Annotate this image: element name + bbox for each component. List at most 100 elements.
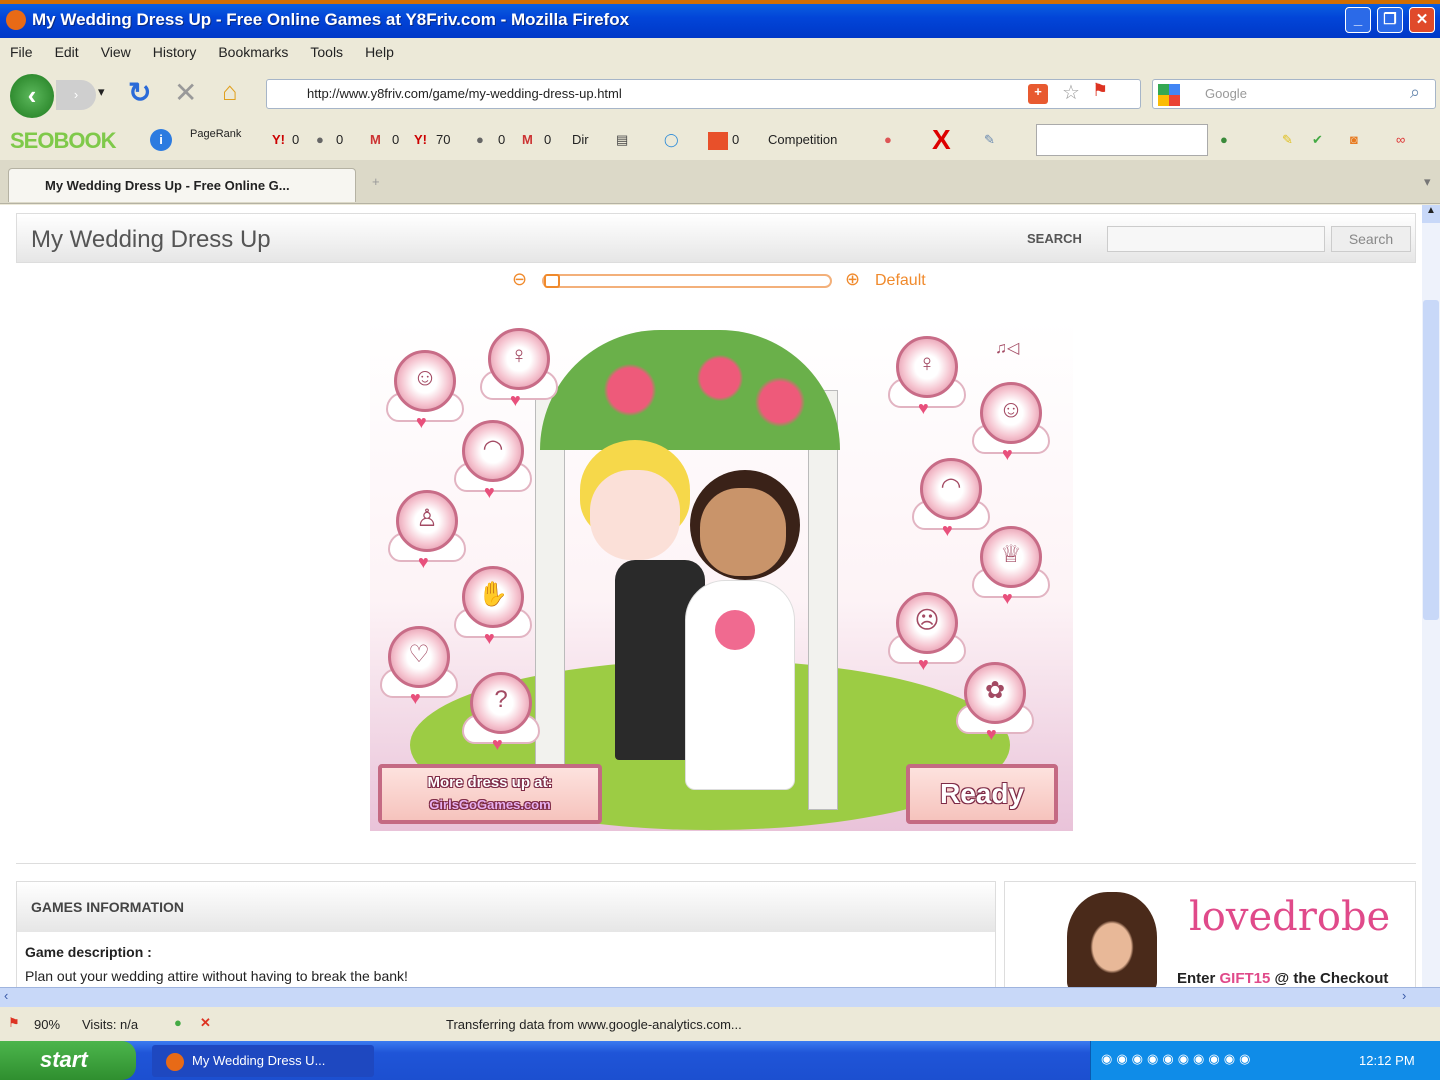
random-category-icon[interactable]: ? ♥ (462, 672, 540, 762)
planet-icon[interactable]: ● (884, 132, 892, 147)
zoom-default-link[interactable]: Default (875, 272, 926, 290)
flag-icon[interactable]: ⚑ (1092, 80, 1108, 101)
scroll-up-button[interactable]: ▲ (1422, 205, 1440, 223)
check-icon[interactable]: ✔ (1312, 132, 1323, 148)
random-glyph-icon: ? (494, 686, 508, 713)
more-dress-up-label: More dress up at: (427, 774, 553, 791)
dress-glyph-icon: ♙ (416, 505, 438, 532)
zoom-in-icon[interactable]: ⊕ (845, 269, 860, 290)
shoes-category-icon[interactable]: ♡ ♥ (380, 626, 458, 716)
search-input[interactable]: Google (1152, 79, 1436, 109)
alexa-icon[interactable] (708, 132, 728, 150)
menu-history[interactable]: History (153, 44, 197, 60)
toolbar-search-input[interactable] (1036, 124, 1208, 156)
menu-bar: File Edit View History Bookmarks Tools Help (0, 38, 1440, 68)
zoom-out-icon[interactable]: ⊖ (512, 269, 527, 290)
divider (16, 863, 1416, 864)
maximize-button[interactable]: ❐ (1377, 7, 1403, 33)
search-icon[interactable]: ⌕ (1410, 82, 1420, 103)
horizontal-scrollbar[interactable]: ‹ › (0, 987, 1440, 1007)
link-icon[interactable]: ∞ (1396, 132, 1405, 147)
system-tray: ◉◉◉◉◉◉◉◉◉◉ 12:12 PM (1090, 1041, 1440, 1080)
tab-bar: My Wedding Dress Up - Free Online G... +… (0, 160, 1440, 204)
ready-button[interactable]: Ready (906, 764, 1058, 824)
refresh-icon[interactable]: ● (1220, 132, 1228, 147)
tab-active[interactable]: My Wedding Dress Up - Free Online G... (8, 168, 356, 202)
ad-model-photo (1067, 892, 1157, 987)
google-icon[interactable] (1158, 84, 1180, 106)
yahoo2-icon[interactable]: Y! (414, 132, 427, 147)
status-error-icon[interactable]: ✕ (200, 1015, 211, 1031)
accessory-category-icon[interactable]: ☹ ♥ (888, 592, 966, 682)
back-button[interactable]: ‹ (10, 74, 54, 118)
x-icon[interactable]: X (932, 124, 951, 156)
competition-dropdown[interactable]: Competition (768, 132, 837, 147)
site-search-input[interactable] (1107, 226, 1325, 252)
status-addon-icon[interactable]: ● (174, 1015, 182, 1030)
forward-button[interactable]: › (56, 80, 96, 110)
jacket-glyph-icon: ♕ (1000, 541, 1022, 568)
menu-tools[interactable]: Tools (310, 44, 343, 60)
menu-help[interactable]: Help (365, 44, 394, 60)
menu-view[interactable]: View (101, 44, 131, 60)
reload-icon[interactable]: ↻ (128, 76, 151, 109)
page-title: My Wedding Dress Up (31, 226, 271, 253)
zoom-slider-handle[interactable] (544, 274, 560, 288)
page-icon[interactable]: ▤ (616, 132, 628, 148)
info-icon[interactable]: i (150, 129, 172, 151)
dir-dropdown[interactable]: Dir (572, 132, 589, 147)
rose-arch (540, 330, 840, 450)
gloves-category-icon[interactable]: ✋ ♥ (454, 566, 532, 656)
minimize-button[interactable]: _ (1345, 7, 1371, 33)
start-button[interactable]: start (0, 1041, 136, 1080)
search-label: SEARCH (1027, 231, 1082, 246)
hair-category-icon[interactable]: ♀ ♥ (480, 328, 558, 418)
face-category-icon[interactable]: ☺ ♥ (386, 350, 464, 440)
taskbar: start My Wedding Dress U... ◉◉◉◉◉◉◉◉◉◉ 1… (0, 1041, 1440, 1080)
close-button[interactable]: ✕ (1409, 7, 1435, 33)
msn2-icon[interactable]: M (522, 132, 533, 147)
notes-icon[interactable]: ✎ (984, 132, 995, 148)
lovedrobe-ad[interactable]: lovedrobe Enter GIFT15 @ the Checkout (1004, 881, 1416, 987)
taskbar-firefox-item[interactable]: My Wedding Dress U... (152, 1045, 374, 1077)
games-information-panel: GAMES INFORMATION Game description : Pla… (16, 881, 996, 987)
menu-edit[interactable]: Edit (55, 44, 79, 60)
pagerank-dropdown[interactable]: PageRank (190, 128, 241, 140)
history-dropdown[interactable]: ▾ (98, 84, 105, 100)
scroll-left-button[interactable]: ‹ (4, 988, 8, 1003)
groom-hair-category-icon[interactable]: ♀ ♥ (888, 336, 966, 426)
menu-bookmarks[interactable]: Bookmarks (218, 44, 288, 60)
status-message: Transferring data from www.google-analyt… (446, 1017, 742, 1032)
scroll-right-button[interactable]: › (1402, 988, 1406, 1003)
heart-icon: ♥ (418, 552, 429, 572)
globe2-icon[interactable]: ● (476, 132, 484, 147)
home-icon[interactable]: ⌂ (222, 76, 238, 107)
zoom-slider[interactable] (542, 274, 832, 288)
new-tab-button[interactable]: + (372, 174, 380, 189)
site-search-button[interactable]: Search (1331, 226, 1411, 252)
game-canvas[interactable]: ♫◁ ☺ ♥ ♀ ♥ ◠ ♥ ♙ ♥ ✋ ♥ ♡ ♥? ♥ ♀ ♥ ☺ ♥ ◠ ♥ ♕ ♥ ☹ ♥ ✿ ♥ More dress… (370, 320, 1073, 831)
msn-icon[interactable]: M (370, 132, 381, 147)
addon-icon[interactable]: + (1028, 84, 1048, 104)
vertical-scrollbar[interactable]: ▲ (1422, 205, 1440, 987)
highlight-icon[interactable]: ✎ (1282, 132, 1293, 148)
tab-list-button[interactable]: ▾ (1424, 174, 1431, 190)
menu-file[interactable]: File (10, 44, 33, 60)
seobook-logo[interactable]: SEOBOOK (10, 128, 116, 154)
tray-icons[interactable]: ◉◉◉◉◉◉◉◉◉◉ (1101, 1051, 1254, 1067)
url-bar[interactable]: http://www.y8friv.com/game/my-wedding-dr… (266, 79, 1141, 109)
lovedrobe-logo: lovedrobe (1189, 894, 1391, 940)
yahoo-icon[interactable]: Y! (272, 132, 285, 147)
bookmark-star-icon[interactable]: ☆ (1062, 80, 1080, 105)
more-dress-up-button[interactable]: More dress up at: GirlsGoGames.com (378, 764, 602, 824)
bouquet (715, 610, 755, 650)
ring-icon[interactable]: ◯ (664, 132, 679, 148)
stop-icon[interactable]: ✕ (174, 76, 197, 109)
vertical-scroll-thumb[interactable] (1423, 300, 1439, 620)
yahoo-count: 0 (292, 132, 300, 147)
music-sound-icon[interactable]: ♫◁ (995, 338, 1019, 358)
globe-icon[interactable]: ● (316, 132, 324, 147)
jacket-category-icon[interactable]: ♕ ♥ (972, 526, 1050, 616)
rss-icon[interactable]: ◙ (1350, 132, 1358, 147)
bouquet-category-icon[interactable]: ✿ ♥ (956, 662, 1034, 752)
